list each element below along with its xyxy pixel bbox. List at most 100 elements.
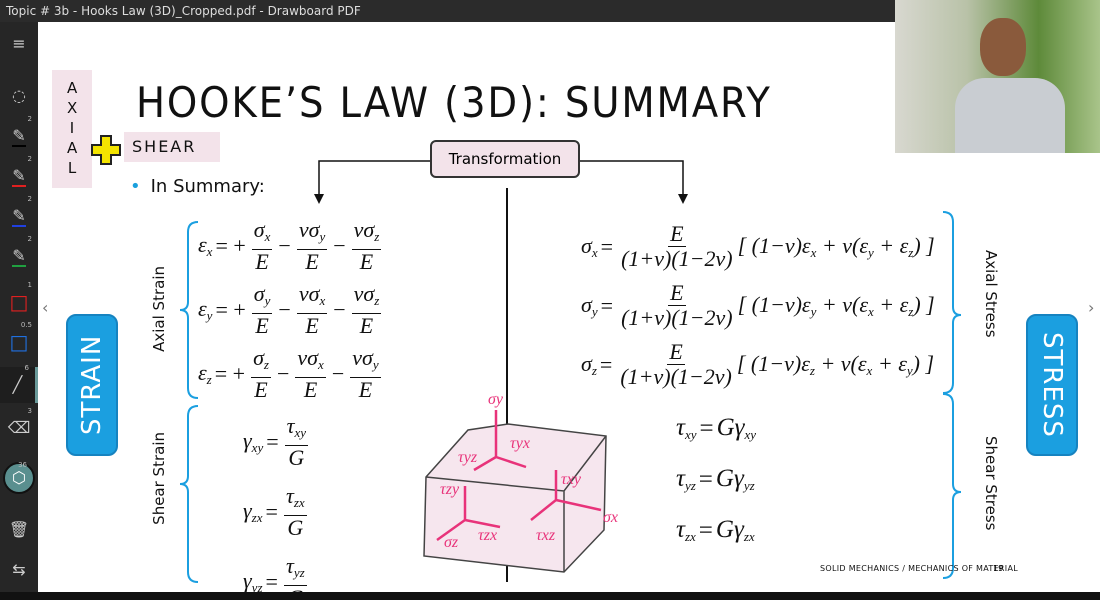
menu-icon[interactable]: ≡ xyxy=(0,26,38,62)
tool-glyph: ≡ xyxy=(12,34,26,53)
fraction: νσx E xyxy=(296,282,328,338)
prev-page-arrow[interactable]: ‹ xyxy=(42,298,48,317)
page-number: 19 xyxy=(993,564,1004,573)
symbol: εy xyxy=(198,296,213,323)
settings-hex-icon[interactable]: ⬡ 36 xyxy=(3,461,35,494)
operator: = xyxy=(599,351,613,377)
strain-button[interactable]: STRAIN xyxy=(66,314,118,456)
subscript: xy xyxy=(251,440,264,455)
symbol: E xyxy=(359,313,374,338)
operator: = xyxy=(600,233,614,259)
symbol: νσx xyxy=(297,345,324,373)
subscript: zx xyxy=(251,510,263,525)
tau-xy-label: τxy xyxy=(561,471,582,488)
operator: − xyxy=(331,361,345,386)
numerator: νσx xyxy=(296,282,328,314)
numerator: E xyxy=(668,281,686,306)
tool-glyph: ⌫ xyxy=(7,418,31,437)
stress-cube-diagram: σy τyx τyz τzy τxy σx σz τzx τxz xyxy=(423,391,618,573)
operator: = xyxy=(265,499,278,524)
subscript: z xyxy=(374,229,380,244)
symbol: E xyxy=(669,339,683,364)
subscript: yz xyxy=(293,565,305,580)
symbol: Gγyz xyxy=(715,465,755,493)
denominator: (1+ν)(1−2ν) xyxy=(619,247,735,271)
pen-black-icon[interactable]: ✎ 2 xyxy=(0,115,38,154)
subscript: yz xyxy=(743,478,755,493)
symbol: E xyxy=(670,221,684,246)
subscript: y xyxy=(206,308,213,323)
symbol: Gγxy xyxy=(716,414,757,442)
rectangle-red-icon[interactable]: □ 1 xyxy=(0,281,38,320)
numerator: E xyxy=(667,339,685,365)
bottom-bar xyxy=(0,592,1100,600)
denominator: (1+ν)(1−2ν) xyxy=(619,306,735,330)
symbol: E xyxy=(358,377,373,402)
operator: − xyxy=(333,233,346,258)
operator: = xyxy=(698,465,713,493)
operator: = xyxy=(699,414,714,442)
subscript: x xyxy=(867,303,874,319)
subscript: x xyxy=(318,357,324,372)
operator: − xyxy=(278,297,291,322)
symbol: E xyxy=(305,313,319,338)
subscript: zx xyxy=(293,495,305,510)
tool-glyph: ✎ xyxy=(12,166,26,187)
subscript: x xyxy=(866,362,873,378)
lasso-icon[interactable]: ◌ xyxy=(0,78,38,114)
shear-label: SHEAR xyxy=(124,132,220,162)
symbol: εz xyxy=(198,360,212,387)
pen-blue-icon[interactable]: ✎ 2 xyxy=(0,195,38,234)
tool-glyph: ◌ xyxy=(12,86,26,105)
subscript: yz xyxy=(251,580,263,592)
rectangle-blue-icon[interactable]: □ 0.5 xyxy=(0,321,38,360)
symbol: τxy xyxy=(676,414,697,442)
symbol: σx xyxy=(253,217,271,245)
denominator: E xyxy=(358,250,375,274)
symbol: εy xyxy=(898,350,913,378)
pen-red-icon[interactable]: ✎ 2 xyxy=(0,155,38,194)
tau-yz-label: τyz xyxy=(458,449,478,466)
operator: = + xyxy=(214,361,246,386)
tau-yx-label: τyx xyxy=(510,435,530,452)
symbol: τzx xyxy=(285,483,305,511)
tool-glyph: ╱ xyxy=(12,375,23,394)
page-title: HOOKE’S LAW (3D): SUMMARY xyxy=(136,78,772,127)
tool-size-badge: 6 xyxy=(24,364,29,372)
sigma-y-label: σy xyxy=(488,391,504,408)
symbol: E xyxy=(255,313,269,338)
pen-green-icon[interactable]: ✎ 2 xyxy=(0,235,38,274)
operator: − xyxy=(276,361,290,386)
axial-label: A X I A L xyxy=(52,70,92,188)
symbol: εy xyxy=(801,291,817,319)
symbol: νσz xyxy=(353,281,380,309)
tool-size-badge: 3 xyxy=(27,407,32,415)
trash-icon[interactable]: 🗑 xyxy=(0,512,38,548)
eraser-icon[interactable]: ⌫ 3 xyxy=(0,407,38,446)
subscript: z xyxy=(206,372,212,387)
subscript: x xyxy=(206,244,213,259)
tool-glyph: 🗑 xyxy=(8,520,30,539)
tool-glyph: ✎ xyxy=(12,206,26,227)
tau-zy-label: τzy xyxy=(440,481,460,498)
symbol: εz xyxy=(899,291,914,319)
denominator: E xyxy=(302,378,319,402)
tool-size-badge: 2 xyxy=(27,115,32,123)
symbol: E xyxy=(303,377,318,402)
tool-size-badge: 0.5 xyxy=(20,321,32,329)
symbol: νσz xyxy=(353,217,380,245)
next-page-arrow[interactable]: › xyxy=(1088,298,1094,317)
symbol: τyz xyxy=(676,465,696,493)
symbol: G xyxy=(288,445,305,470)
swap-icon[interactable]: ⇆ xyxy=(0,552,38,588)
bracket-term: [ (1−ν)εy + ν(εx + εz) ] xyxy=(737,291,935,319)
subscript: z xyxy=(374,293,380,308)
stress-button[interactable]: STRESS xyxy=(1026,314,1078,456)
symbol: (1+ν)(1−2ν) xyxy=(620,364,732,389)
stress-equation: σx = E (1+ν)(1−2ν)[ (1−ν)εx + ν(εy + εz) ] xyxy=(581,222,935,271)
symbol: σz xyxy=(253,345,269,373)
line-icon[interactable]: ╱ 6 xyxy=(0,364,38,403)
operator: = xyxy=(266,429,279,454)
tau-zx-label: τzx xyxy=(478,527,497,544)
symbol: (1+ν)(1−2ν) xyxy=(621,305,733,330)
